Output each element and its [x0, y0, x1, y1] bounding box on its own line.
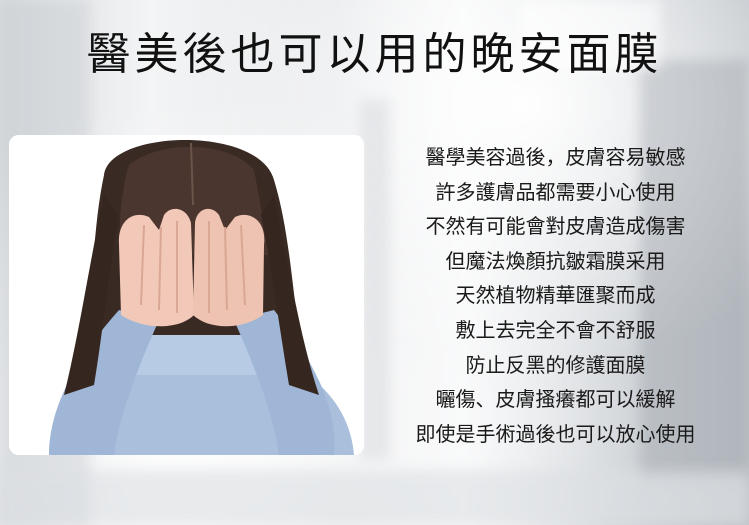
description-list: 醫學美容過後，皮膚容易敏感 許多護膚品都需要小心使用 不然有可能會對皮膚造成傷害… [388, 140, 723, 451]
description-line: 曬傷、皮膚搔癢都可以緩解 [435, 387, 676, 412]
description-line: 即使是手術過後也可以放心使用 [415, 421, 696, 446]
description-line: 敷上去完全不會不舒服 [455, 317, 656, 342]
description-line: 天然植物精華匯聚而成 [455, 283, 656, 308]
description-line: 防止反黑的修護面膜 [465, 352, 646, 377]
description-line: 醫學美容過後，皮膚容易敏感 [425, 145, 686, 169]
right-hand [193, 208, 265, 327]
description-line: 不然有可能會對皮膚造成傷害 [425, 214, 686, 239]
description-line: 但魔法煥顏抗皺霜膜采用 [445, 248, 666, 273]
background-pillar [360, 100, 390, 460]
page-title: 醫美後也可以用的晚安面膜 [86, 29, 663, 80]
woman-covering-face-image [9, 135, 364, 455]
background-floor [0, 470, 749, 525]
photo-card [9, 135, 364, 455]
description-line: 許多護膚品都需要小心使用 [435, 179, 676, 204]
